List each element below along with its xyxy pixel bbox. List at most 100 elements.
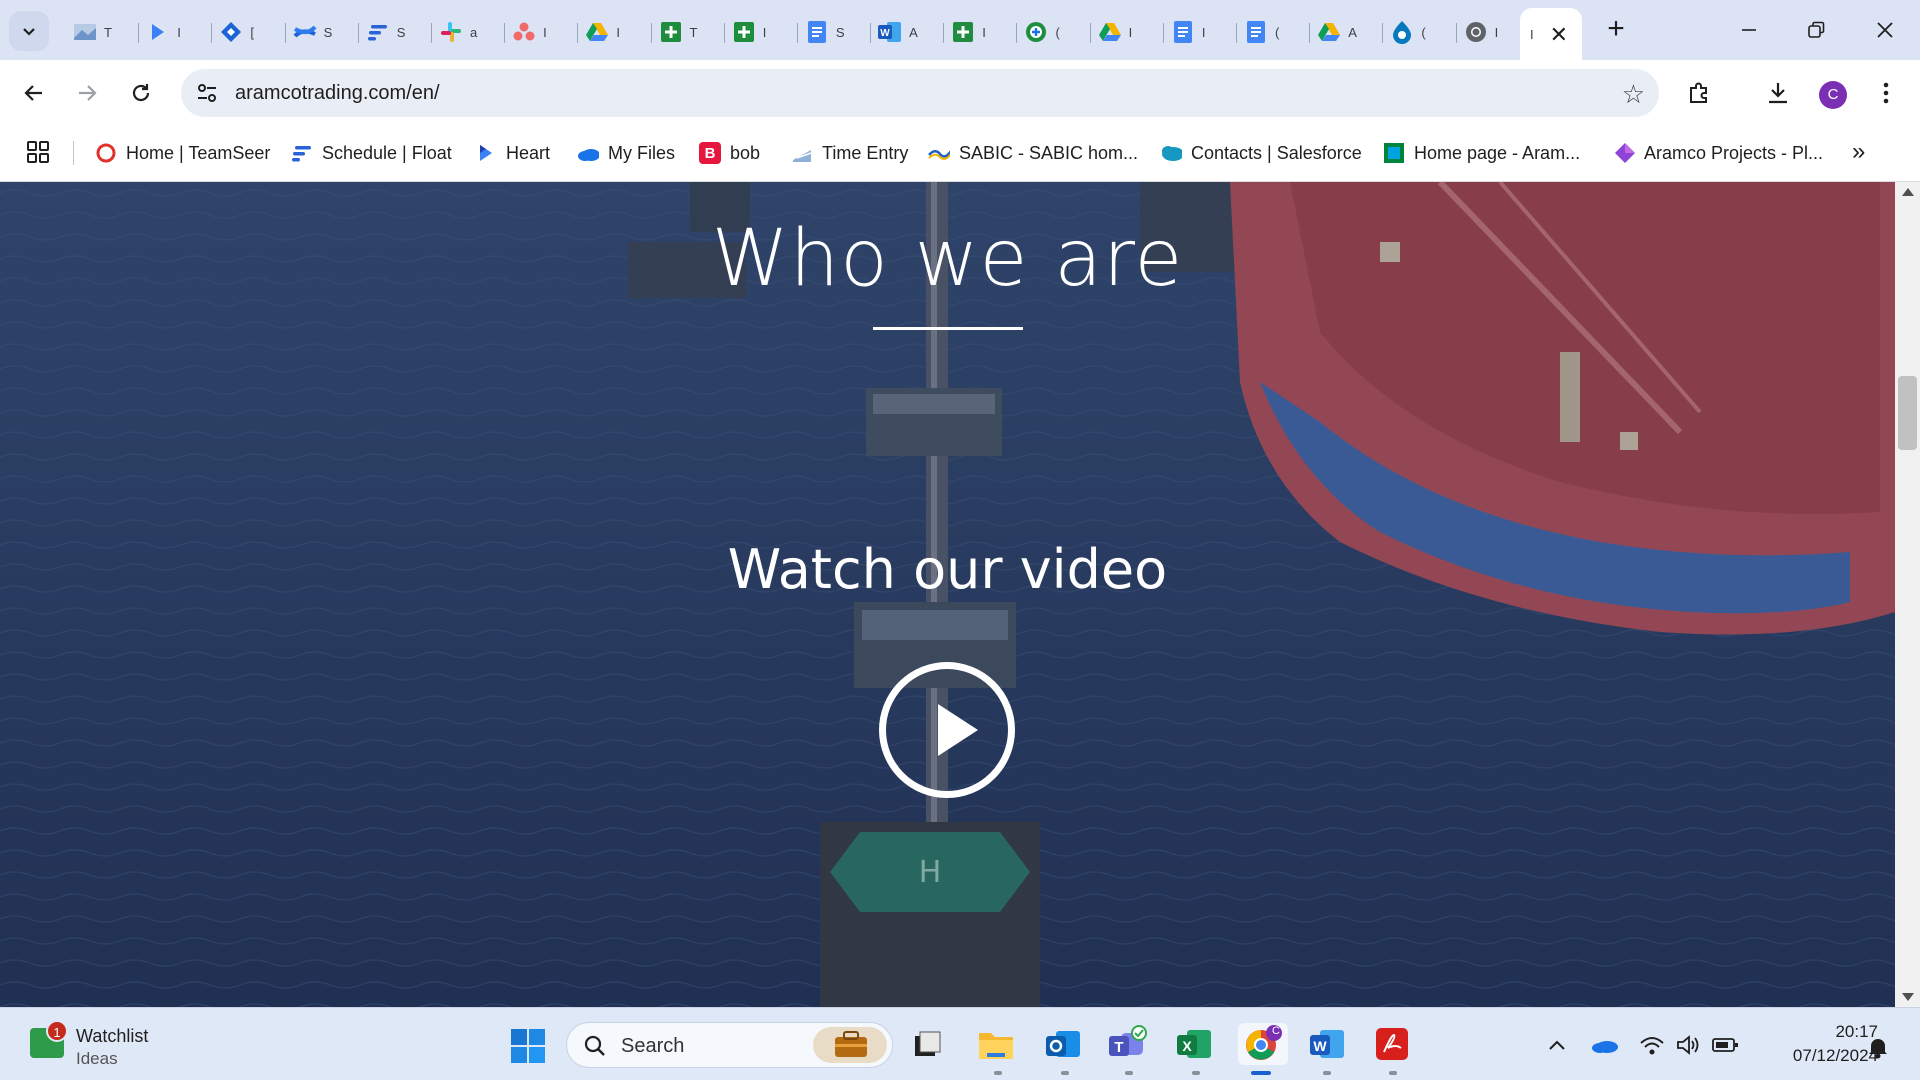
onedrive-icon xyxy=(1592,1041,1618,1053)
forward-button[interactable] xyxy=(67,73,107,113)
web-page: H Who we are Watch our video xyxy=(0,182,1895,1007)
search-label: Search xyxy=(621,1035,685,1057)
taskbar-search[interactable]: Search xyxy=(566,1022,893,1068)
browser-tab[interactable]: I xyxy=(139,10,213,54)
notifications-button[interactable] xyxy=(1864,1034,1892,1060)
watchlist-widget[interactable]: 1 Watchlist Ideas xyxy=(26,1020,226,1070)
running-indicator xyxy=(1061,1071,1069,1075)
bookmark-label: Home | TeamSeer xyxy=(126,142,271,163)
scroll-up-icon[interactable] xyxy=(1902,188,1914,196)
widget-subtitle: Ideas xyxy=(76,1049,118,1068)
tab-title: I xyxy=(1128,24,1133,40)
taskbar-outlook[interactable] xyxy=(1042,1023,1084,1065)
browser-tab[interactable]: A xyxy=(1310,10,1384,54)
browser-tab[interactable]: I xyxy=(944,10,1018,54)
address-bar[interactable]: aramcotrading.com/en/ ☆ xyxy=(181,69,1659,117)
taskbar-teams[interactable]: T xyxy=(1106,1023,1148,1065)
more-bookmarks-button[interactable]: » xyxy=(1852,138,1865,166)
tab-title: I xyxy=(177,24,181,40)
play-video-button[interactable] xyxy=(879,662,1015,798)
google-drive-icon xyxy=(1097,19,1123,45)
apps-grid-icon[interactable] xyxy=(26,140,50,164)
outlook-icon xyxy=(1046,1031,1080,1057)
bookmark-sabic[interactable]: SABIC - SABIC hom... xyxy=(928,136,1138,170)
taskbar-chrome[interactable]: C xyxy=(1238,1023,1288,1065)
google-drive-icon xyxy=(584,19,610,45)
bookmark-heart[interactable]: Heart xyxy=(475,136,550,170)
bookmark-teamseer[interactable]: Home | TeamSeer xyxy=(95,136,270,170)
tray-wifi[interactable] xyxy=(1638,1032,1666,1058)
profile-avatar[interactable]: C xyxy=(1819,81,1847,109)
browser-tab[interactable]: I xyxy=(505,10,579,54)
bookmark-aramco-home[interactable]: Home page - Aram... xyxy=(1383,136,1580,170)
wifi-icon xyxy=(1640,1037,1664,1055)
url-text[interactable]: aramcotrading.com/en/ xyxy=(235,82,440,105)
browser-tab[interactable]: I xyxy=(1457,10,1530,54)
browser-tab[interactable]: I xyxy=(725,10,799,54)
browser-tab[interactable]: I xyxy=(1091,10,1165,54)
bookmark-salesforce[interactable]: Contacts | Salesforce xyxy=(1160,136,1362,170)
taskbar-word[interactable]: W xyxy=(1306,1023,1348,1065)
show-hidden-icons[interactable] xyxy=(1544,1032,1570,1058)
scrollbar-thumb[interactable] xyxy=(1898,376,1917,450)
sheets-plus-icon xyxy=(731,19,757,45)
extensions-button[interactable] xyxy=(1679,73,1719,113)
bookmark-star-icon[interactable]: ☆ xyxy=(1622,79,1645,110)
browser-menu-button[interactable] xyxy=(1866,73,1906,113)
browser-tab[interactable]: T xyxy=(652,10,725,54)
sabic-icon xyxy=(928,142,950,164)
back-button[interactable] xyxy=(14,73,54,113)
browser-tab[interactable]: I xyxy=(578,10,652,54)
tab-title: T xyxy=(689,24,698,40)
close-tab-icon[interactable]: ✕ xyxy=(1550,22,1568,48)
widget-title: Watchlist xyxy=(76,1026,149,1046)
tray-volume[interactable] xyxy=(1674,1032,1702,1058)
browser-tab[interactable]: ( xyxy=(1017,10,1091,54)
bookmark-label: bob xyxy=(730,142,761,163)
browser-tab[interactable]: S xyxy=(798,10,872,54)
tab-search-button[interactable] xyxy=(9,11,49,51)
new-tab-button[interactable]: + xyxy=(1598,12,1634,48)
running-indicator xyxy=(994,1071,1002,1075)
browser-tab[interactable]: [ xyxy=(212,10,286,54)
bookmarks-bar: Home | TeamSeer Schedule | Float Heart M… xyxy=(0,126,1920,182)
browser-tab[interactable]: S xyxy=(359,10,433,54)
tab-title: I xyxy=(1494,24,1499,40)
bookmark-my-files[interactable]: My Files xyxy=(577,136,675,170)
windows-start-icon[interactable] xyxy=(510,1028,546,1064)
scroll-down-icon[interactable] xyxy=(1902,993,1914,1001)
reload-button[interactable] xyxy=(121,73,161,113)
browser-tab[interactable]: a xyxy=(432,10,506,54)
vertical-scrollbar[interactable] xyxy=(1895,182,1920,1007)
browser-tab[interactable]: ( xyxy=(1383,10,1457,54)
close-window-button[interactable] xyxy=(1860,10,1910,50)
system-clock[interactable]: 20:17 07/12/2024 xyxy=(1758,1020,1878,1068)
browser-tab[interactable]: I xyxy=(1164,10,1238,54)
tray-onedrive[interactable] xyxy=(1590,1032,1620,1058)
tray-battery[interactable] xyxy=(1710,1032,1740,1058)
bookmark-time-entry[interactable]: Time Entry xyxy=(791,136,908,170)
taskbar-file-explorer[interactable] xyxy=(975,1023,1017,1065)
play-icon xyxy=(938,704,978,756)
browser-tab[interactable]: S xyxy=(286,10,359,54)
site-settings-icon[interactable] xyxy=(195,81,219,105)
bookmark-float[interactable]: Schedule | Float xyxy=(291,136,452,170)
teamseer-icon xyxy=(95,142,117,164)
browser-tab[interactable]: T xyxy=(66,10,140,54)
browser-tab[interactable]: ( xyxy=(1237,10,1311,54)
browser-tab[interactable]: WA xyxy=(871,10,945,54)
downloads-button[interactable] xyxy=(1758,73,1798,113)
restore-button[interactable] xyxy=(1791,10,1841,50)
minimize-button[interactable] xyxy=(1724,10,1774,50)
close-icon xyxy=(1877,22,1893,38)
windows-taskbar: 1 Watchlist Ideas Search T X C W 20:17 0… xyxy=(0,1007,1920,1080)
tab-title: ( xyxy=(1421,24,1426,40)
onedrive-icon xyxy=(577,142,599,164)
taskbar-task-view[interactable] xyxy=(906,1023,948,1065)
taskbar-excel[interactable]: X xyxy=(1173,1023,1215,1065)
bookmark-aramco-projects[interactable]: Aramco Projects - Pl... xyxy=(1613,136,1823,170)
taskbar-acrobat[interactable] xyxy=(1371,1023,1413,1065)
notification-badge: 1 xyxy=(46,1020,68,1042)
active-tab[interactable]: I ✕ xyxy=(1520,8,1582,60)
bookmark-bob[interactable]: B bob xyxy=(699,136,760,170)
